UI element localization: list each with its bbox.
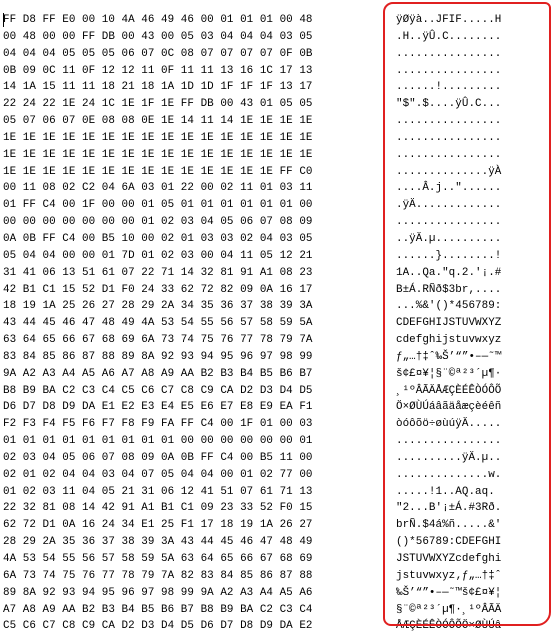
ascii-line[interactable]: ..........ÿÄ.µ.. xyxy=(396,450,546,467)
hex-line[interactable]: 04 04 04 05 05 05 06 07 0C 08 07 07 07 0… xyxy=(3,46,381,63)
hex-line[interactable]: 4A 53 54 55 56 57 58 59 5A 63 64 65 66 6… xyxy=(3,551,381,568)
ascii-line[interactable]: òóôõö÷øùúÿÄ..... xyxy=(396,416,546,433)
ascii-line[interactable]: ..............w. xyxy=(396,467,546,484)
hex-line[interactable]: 00 11 08 02 C2 04 6A 03 01 22 00 02 11 0… xyxy=(3,180,381,197)
hex-line[interactable]: D6 D7 D8 D9 DA E1 E2 E3 E4 E5 E6 E7 E8 E… xyxy=(3,399,381,416)
ascii-line[interactable]: B±Á.RÑð$3br,.... xyxy=(396,282,546,299)
ascii-line[interactable]: Ö×ØÙÚáâãäåæçèéêñ xyxy=(396,399,546,416)
ascii-line[interactable]: ƒ„…†‡ˆ‰Š’“”•–—˜™ xyxy=(396,349,546,366)
ascii-line[interactable]: ......}........! xyxy=(396,248,546,265)
hex-line[interactable]: FF D8 FF E0 00 10 4A 46 49 46 00 01 01 0… xyxy=(3,12,381,29)
hex-line[interactable]: F2 F3 F4 F5 F6 F7 F8 F9 FA FF C4 00 1F 0… xyxy=(3,416,381,433)
hex-line[interactable]: 05 07 06 07 0E 08 08 0E 1E 14 11 14 1E 1… xyxy=(3,113,381,130)
ascii-line[interactable]: ................ xyxy=(396,147,546,164)
hex-line[interactable]: 83 84 85 86 87 88 89 8A 92 93 94 95 96 9… xyxy=(3,349,381,366)
ascii-line[interactable]: ................ xyxy=(396,130,546,147)
ascii-line[interactable]: cdefghijstuvwxyz xyxy=(396,332,546,349)
ascii-line[interactable]: ()*56789:CDEFGHI xyxy=(396,534,546,551)
hex-line[interactable]: 42 B1 C1 15 52 D1 F0 24 33 62 72 82 09 0… xyxy=(3,282,381,299)
hex-line[interactable]: 43 44 45 46 47 48 49 4A 53 54 55 56 57 5… xyxy=(3,315,381,332)
hex-line[interactable]: 89 8A 92 93 94 95 96 97 98 99 9A A2 A3 A… xyxy=(3,585,381,602)
hex-line[interactable]: 01 FF C4 00 1F 00 00 01 05 01 01 01 01 0… xyxy=(3,197,381,214)
ascii-line[interactable]: ................ xyxy=(396,214,546,231)
ascii-line[interactable]: CDEFGHIJSTUVWXYZ xyxy=(396,315,546,332)
hex-line[interactable]: 9A A2 A3 A4 A5 A6 A7 A8 A9 AA B2 B3 B4 B… xyxy=(3,366,381,383)
hex-line[interactable]: 00 00 00 00 00 00 00 01 02 03 04 05 06 0… xyxy=(3,214,381,231)
ascii-line[interactable]: ................ xyxy=(396,433,546,450)
ascii-line[interactable]: ‰Š’“”•–—˜™š¢£¤¥¦ xyxy=(396,585,546,602)
hex-line[interactable]: A7 A8 A9 AA B2 B3 B4 B5 B6 B7 B8 B9 BA C… xyxy=(3,602,381,619)
hex-line[interactable]: 1E 1E 1E 1E 1E 1E 1E 1E 1E 1E 1E 1E 1E 1… xyxy=(3,130,381,147)
hex-line[interactable]: 02 01 02 04 04 03 04 07 05 04 04 00 01 0… xyxy=(3,467,381,484)
hex-line[interactable]: 0A 0B FF C4 00 B5 10 00 02 01 03 03 02 0… xyxy=(3,231,381,248)
ascii-line[interactable]: ................ xyxy=(396,46,546,63)
ascii-line[interactable]: .....!1..AQ.aq. xyxy=(396,484,546,501)
ascii-text-column[interactable]: ÿØÿà..JFIF.....H .H..ÿÛ.C................… xyxy=(396,12,546,635)
hex-line[interactable]: 01 02 03 11 04 05 21 31 06 12 41 51 07 6… xyxy=(3,484,381,501)
ascii-line[interactable]: ÅÆÇÈÉÊÒÓÔÕÖ×ØÙÚâ xyxy=(396,618,546,635)
ascii-line[interactable]: brÑ.$4á%ñ.....&' xyxy=(396,517,546,534)
hex-line[interactable]: B8 B9 BA C2 C3 C4 C5 C6 C7 C8 C9 CA D2 D… xyxy=(3,383,381,400)
hex-line[interactable]: 22 24 22 1E 24 1C 1E 1F 1E FF DB 00 43 0… xyxy=(3,96,381,113)
ascii-line[interactable]: ................ xyxy=(396,113,546,130)
ascii-line[interactable]: jstuvwxyz‚ƒ„…†‡ˆ xyxy=(396,568,546,585)
ascii-line[interactable]: ......!......... xyxy=(396,79,546,96)
ascii-line[interactable]: "2...B'¡±Á.#3Rð. xyxy=(396,500,546,517)
ascii-line[interactable]: JSTUVWXYZcdefghi xyxy=(396,551,546,568)
hex-line[interactable]: 63 64 65 66 67 68 69 6A 73 74 75 76 77 7… xyxy=(3,332,381,349)
ascii-line[interactable]: 1A..Qa."q.2.'¡.# xyxy=(396,265,546,282)
hex-line[interactable]: 18 19 1A 25 26 27 28 29 2A 34 35 36 37 3… xyxy=(3,298,381,315)
hex-line[interactable]: 1E 1E 1E 1E 1E 1E 1E 1E 1E 1E 1E 1E 1E 1… xyxy=(3,147,381,164)
hex-line[interactable]: 1E 1E 1E 1E 1E 1E 1E 1E 1E 1E 1E 1E 1E 1… xyxy=(3,164,381,181)
ascii-line[interactable]: ....Â.j.."...... xyxy=(396,180,546,197)
hex-byte-column[interactable]: FF D8 FF E0 00 10 4A 46 49 46 00 01 01 0… xyxy=(3,12,381,635)
hex-line[interactable]: 0B 09 0C 11 0F 12 12 11 0F 11 11 13 16 1… xyxy=(3,63,381,80)
hex-line[interactable]: 02 03 04 05 06 07 08 09 0A 0B FF C4 00 B… xyxy=(3,450,381,467)
hex-line[interactable]: 31 41 06 13 51 61 07 22 71 14 32 81 91 A… xyxy=(3,265,381,282)
ascii-line[interactable]: š¢£¤¥¦§¨©ª²³´µ¶· xyxy=(396,366,546,383)
hex-line[interactable]: 22 32 81 08 14 42 91 A1 B1 C1 09 23 33 5… xyxy=(3,500,381,517)
hex-line[interactable]: 6A 73 74 75 76 77 78 79 7A 82 83 84 85 8… xyxy=(3,568,381,585)
hex-line[interactable]: 28 29 2A 35 36 37 38 39 3A 43 44 45 46 4… xyxy=(3,534,381,551)
ascii-line[interactable]: .ÿÄ............. xyxy=(396,197,546,214)
hex-line[interactable]: 05 04 04 00 00 01 7D 01 02 03 00 04 11 0… xyxy=(3,248,381,265)
ascii-line[interactable]: ÿØÿà..JFIF.....H xyxy=(396,12,546,29)
ascii-line[interactable]: ................ xyxy=(396,63,546,80)
ascii-line[interactable]: ..ÿÄ.µ.......... xyxy=(396,231,546,248)
hex-line[interactable]: C5 C6 C7 C8 C9 CA D2 D3 D4 D5 D6 D7 D8 D… xyxy=(3,618,381,635)
ascii-line[interactable]: ¸¹ºÂÃÄÅÆÇÈÉÊÒÓÔÕ xyxy=(396,383,546,400)
ascii-line[interactable]: ...%&'()*456789: xyxy=(396,298,546,315)
ascii-line[interactable]: §¨©ª²³´µ¶·¸¹ºÂÃÄ xyxy=(396,602,546,619)
ascii-line[interactable]: ..............ÿÀ xyxy=(396,164,546,181)
hex-line[interactable]: 01 01 01 01 01 01 01 01 01 00 00 00 00 0… xyxy=(3,433,381,450)
hex-line[interactable]: 62 72 D1 0A 16 24 34 E1 25 F1 17 18 19 1… xyxy=(3,517,381,534)
hex-line[interactable]: 00 48 00 00 FF DB 00 43 00 05 03 04 04 0… xyxy=(3,29,381,46)
hex-line[interactable]: 14 1A 15 11 11 18 21 18 1A 1D 1D 1F 1F 1… xyxy=(3,79,381,96)
ascii-line[interactable]: .H..ÿÛ.C........ xyxy=(396,29,546,46)
ascii-line[interactable]: "$".$....ÿÛ.C... xyxy=(396,96,546,113)
